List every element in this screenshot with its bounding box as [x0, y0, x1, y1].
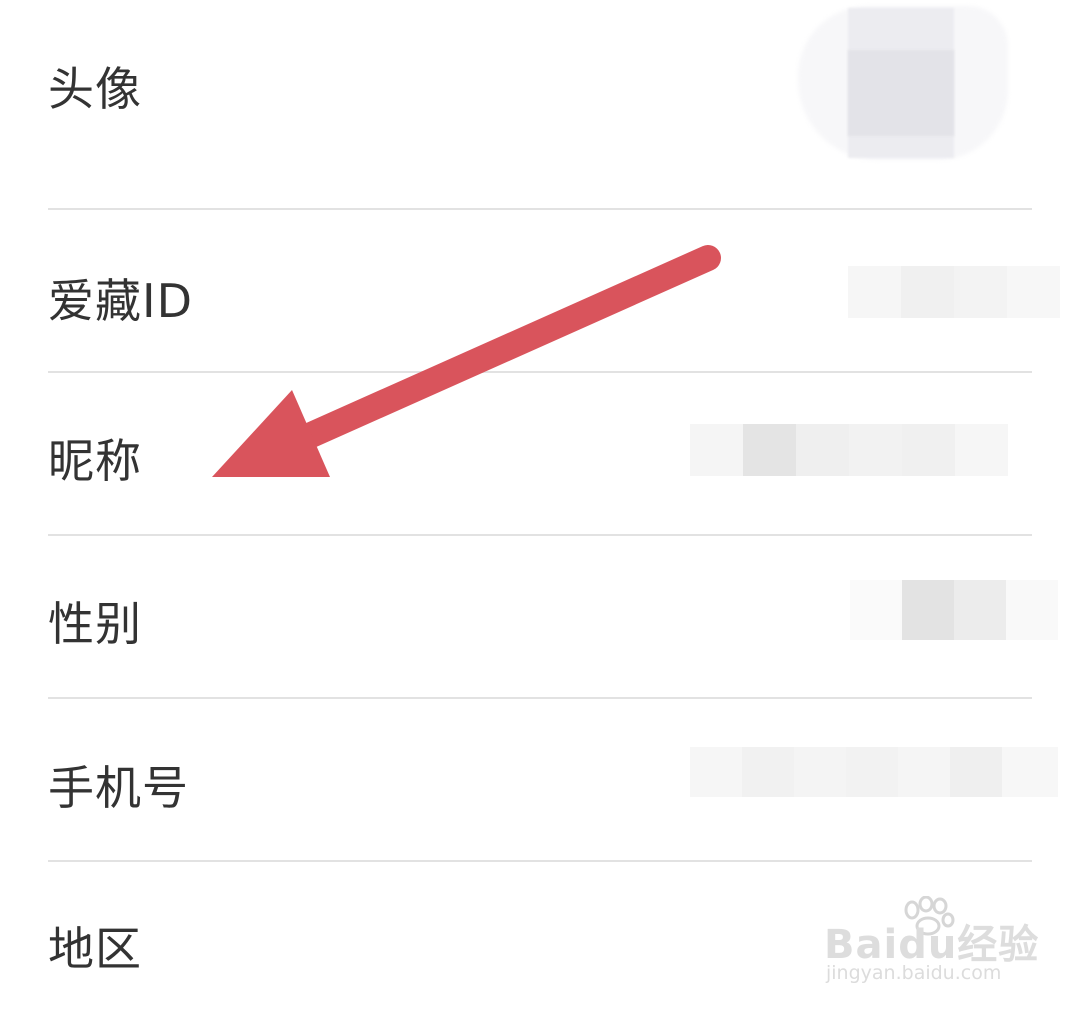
gender-value-blurred: [850, 580, 1058, 640]
id-row[interactable]: 爱藏ID: [0, 210, 1076, 371]
nickname-label: 昵称: [48, 434, 142, 488]
profile-settings-page: 头像 爱藏ID 昵称 性别 手机号 地区 Baidu经验 jingyan.bai…: [0, 0, 1076, 1016]
nickname-row[interactable]: 昵称: [0, 373, 1076, 534]
phone-value-blurred: [690, 747, 1058, 797]
gender-label: 性别: [48, 597, 142, 651]
watermark-url: jingyan.baidu.com: [826, 962, 1002, 984]
region-label: 地区: [48, 922, 142, 976]
phone-row[interactable]: 手机号: [0, 699, 1076, 860]
gender-row[interactable]: 性别: [0, 536, 1076, 697]
id-label: 爱藏ID: [48, 274, 193, 328]
id-value-blurred: [848, 266, 1060, 318]
nickname-value-blurred: [690, 424, 1008, 476]
avatar-label: 头像: [48, 62, 142, 116]
avatar-image-center-dark: [848, 50, 954, 136]
phone-label: 手机号: [48, 761, 189, 815]
baidu-jingyan-watermark: Baidu经验 jingyan.baidu.com: [824, 896, 1038, 996]
avatar-row[interactable]: 头像: [0, 0, 1076, 208]
